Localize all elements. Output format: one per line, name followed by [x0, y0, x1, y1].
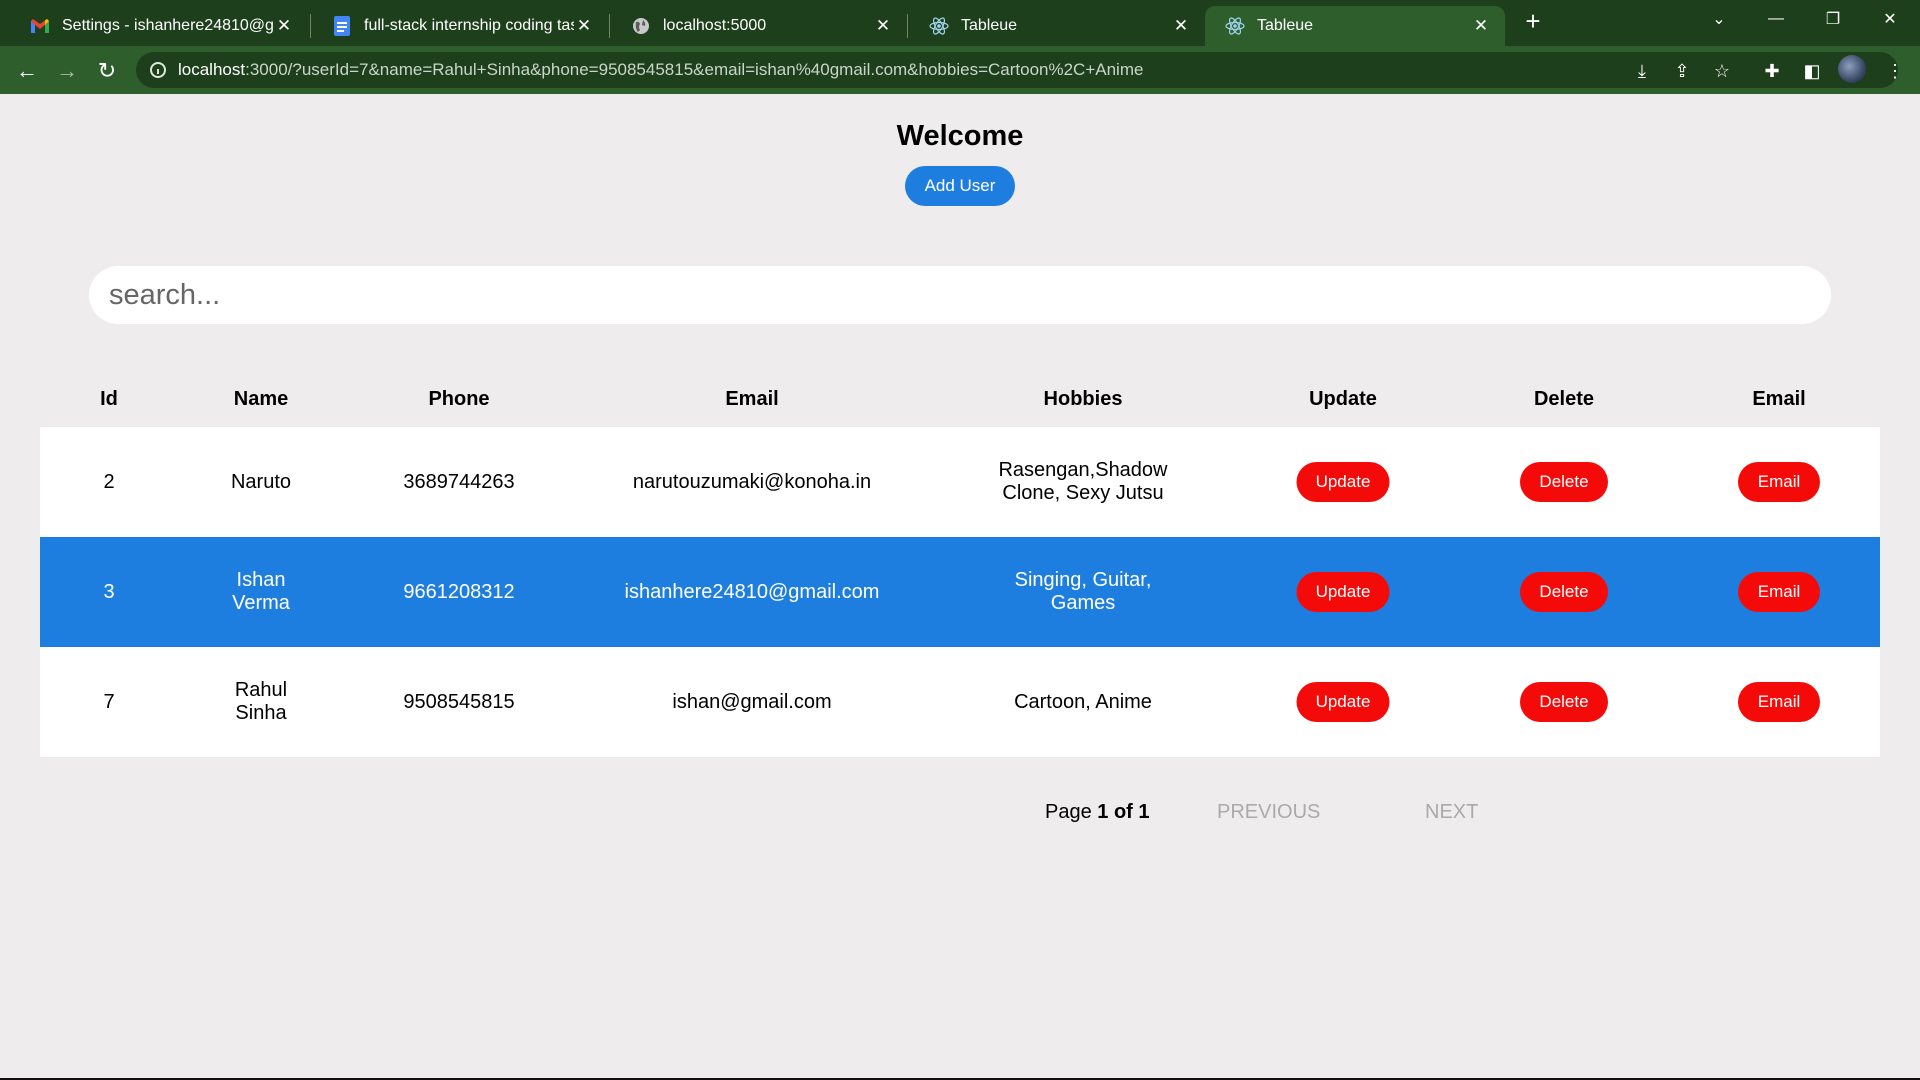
tab-search-chevron-icon[interactable]: ⌄ [1699, 4, 1739, 34]
close-icon[interactable]: ✕ [274, 16, 294, 36]
site-info-icon[interactable] [150, 62, 166, 78]
cell-id: 3 [103, 580, 115, 603]
cell-phone: 3689744263 [403, 470, 515, 493]
tab-localhost-5000[interactable]: localhost:5000 ✕ [611, 6, 907, 46]
search-input[interactable] [89, 266, 1831, 324]
next-button[interactable]: NEXT [1425, 801, 1478, 824]
close-icon[interactable]: ✕ [574, 16, 594, 36]
react-icon [929, 16, 949, 36]
globe-icon [631, 16, 651, 36]
column-header-update: Update [1309, 388, 1377, 410]
cell-hobbies: Rasengan,Shadow Clone, Sexy Jutsu [998, 459, 1168, 504]
column-header-phone: Phone [428, 388, 490, 410]
cell-name: Rahul Sinha [234, 679, 288, 724]
tab-title: Tableue [961, 17, 1018, 34]
url-host: localhost [178, 60, 246, 79]
table-row-highlighted: 3 Ishan Verma 9661208312 ishanhere24810@… [40, 537, 1880, 647]
tab-title: Tableue [1257, 17, 1314, 34]
tab-gmail-settings[interactable]: Settings - ishanhere24810@gmai ✕ [10, 6, 308, 46]
tab-title: full-stack internship coding task - [364, 17, 574, 34]
previous-button[interactable]: PREVIOUS [1217, 801, 1320, 824]
install-app-icon[interactable]: ⤓ [1627, 56, 1657, 86]
share-icon[interactable]: ⇪ [1667, 56, 1697, 86]
add-user-button[interactable]: Add User [905, 166, 1015, 206]
cell-name: Naruto [230, 470, 292, 493]
close-icon[interactable]: ✕ [1171, 16, 1191, 36]
close-icon[interactable]: ✕ [873, 16, 893, 36]
bookmark-star-icon[interactable]: ☆ [1707, 56, 1737, 86]
cell-hobbies: Cartoon, Anime [1014, 690, 1152, 713]
page-value: 1 of 1 [1097, 801, 1150, 823]
column-header-id: Id [100, 388, 118, 410]
window-close-icon[interactable]: ✕ [1870, 4, 1910, 34]
close-icon[interactable]: ✕ [1471, 16, 1491, 36]
docs-icon [332, 16, 352, 36]
gmail-icon [30, 16, 50, 36]
column-header-hobbies: Hobbies [1043, 388, 1123, 410]
extensions-puzzle-icon[interactable]: ✚ [1757, 56, 1787, 86]
column-header-email: Email [725, 388, 779, 410]
tab-divider [310, 14, 311, 38]
email-button[interactable]: Email [1738, 682, 1820, 722]
update-button[interactable]: Update [1296, 572, 1390, 612]
table-header: Id Name Phone Email Hobbies Update Delet… [40, 380, 1880, 426]
delete-button[interactable]: Delete [1520, 572, 1608, 612]
back-arrow-icon[interactable]: ← [10, 54, 44, 88]
profile-avatar[interactable] [1838, 55, 1866, 83]
tab-google-doc[interactable]: full-stack internship coding task - ✕ [312, 6, 608, 46]
delete-button[interactable]: Delete [1520, 462, 1608, 502]
tab-tableue[interactable]: Tableue ✕ [909, 6, 1205, 46]
tab-divider [907, 14, 908, 38]
reload-icon[interactable]: ↻ [90, 54, 124, 88]
new-tab-button[interactable]: + [1518, 6, 1548, 36]
forward-arrow-icon[interactable]: → [50, 54, 84, 88]
cell-phone: 9508545815 [403, 690, 515, 713]
side-panel-icon[interactable]: ◧ [1797, 56, 1827, 86]
page-title: Welcome [896, 120, 1024, 152]
tab-tableue-active[interactable]: Tableue ✕ [1205, 6, 1505, 46]
page-label: Page [1045, 801, 1092, 823]
minimize-icon[interactable]: — [1756, 4, 1796, 34]
table-row: 7 Rahul Sinha 9508545815 ishan@gmail.com… [40, 647, 1880, 757]
cell-name: Ishan Verma [232, 569, 290, 614]
table-row: 2 Naruto 3689744263 narutouzumaki@konoha… [40, 427, 1880, 537]
email-button[interactable]: Email [1738, 462, 1820, 502]
column-header-delete: Delete [1533, 388, 1595, 410]
cell-id: 7 [103, 690, 115, 713]
url-text[interactable]: localhost:3000/?userId=7&name=Rahul+Sinh… [178, 60, 1143, 80]
tab-title: localhost:5000 [663, 17, 767, 34]
kebab-menu-icon[interactable]: ⋮ [1880, 56, 1910, 86]
cell-hobbies: Singing, Guitar, Games [1014, 569, 1152, 614]
react-icon [1225, 16, 1245, 36]
browser-tab-bar: Settings - ishanhere24810@gmai ✕ full-st… [0, 0, 1920, 46]
column-header-name: Name [233, 388, 289, 410]
tab-title: Settings - ishanhere24810@gmai [62, 17, 274, 34]
column-header-email-action: Email [1752, 388, 1806, 410]
cell-email: ishanhere24810@gmail.com [624, 580, 880, 603]
url-path: :3000/?userId=7&name=Rahul+Sinha&phone=9… [245, 60, 1144, 79]
update-button[interactable]: Update [1296, 462, 1390, 502]
page-indicator: Page 1 of 1 [1045, 801, 1150, 824]
cell-email: narutouzumaki@konoha.in [632, 470, 872, 493]
cell-phone: 9661208312 [403, 580, 515, 603]
restore-icon[interactable]: ❐ [1813, 4, 1853, 34]
cell-email: ishan@gmail.com [672, 690, 832, 713]
delete-button[interactable]: Delete [1520, 682, 1608, 722]
email-button[interactable]: Email [1738, 572, 1820, 612]
update-button[interactable]: Update [1296, 682, 1390, 722]
cell-id: 2 [103, 470, 115, 493]
tab-divider [609, 14, 610, 38]
